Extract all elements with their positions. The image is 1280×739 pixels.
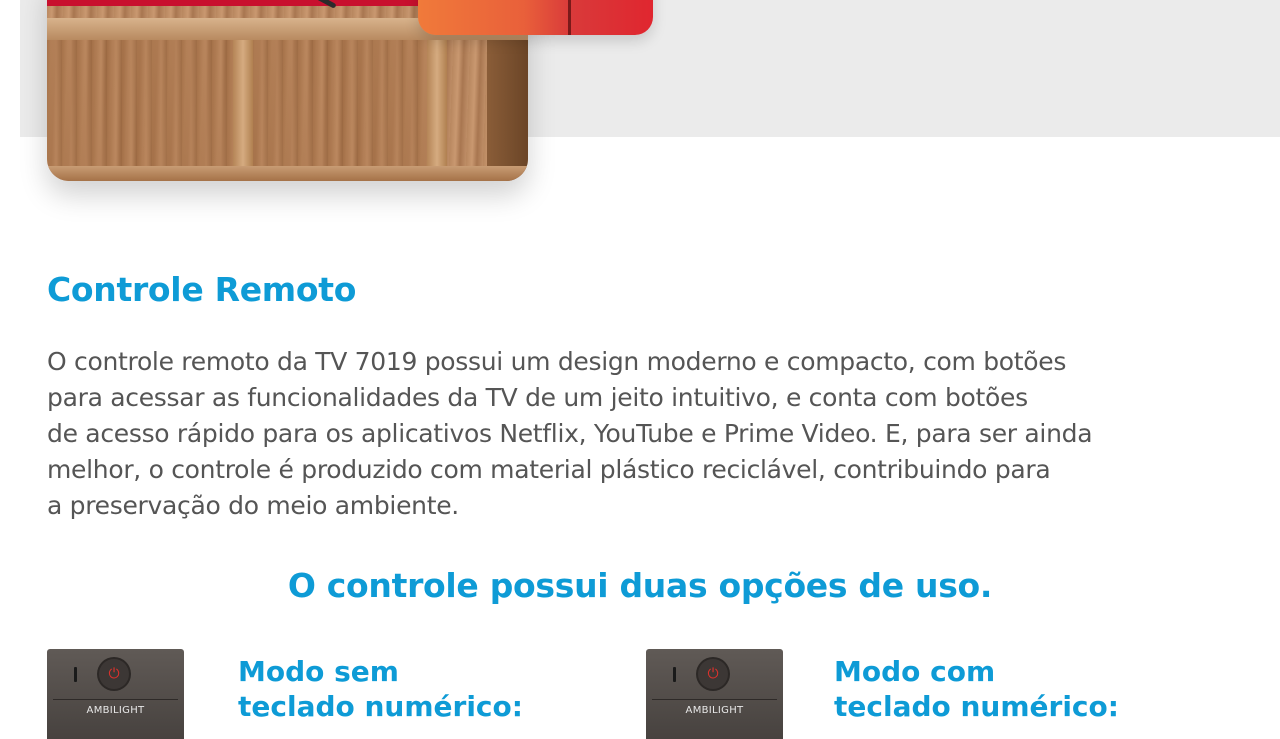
remote-brand-label: AMBILIGHT xyxy=(86,705,145,716)
description-line: de acesso rápido para os aplicativos Net… xyxy=(47,419,1093,448)
usage-heading: O controle possui duas opções de uso. xyxy=(287,566,993,605)
power-icon: ⏻ xyxy=(99,659,129,689)
description-line: a preservação do meio ambiente. xyxy=(47,491,459,520)
remote-indicator xyxy=(74,667,77,682)
remote-divider xyxy=(53,699,178,700)
remote-divider xyxy=(652,699,777,700)
tv-screen-edge xyxy=(47,0,427,6)
shelf-bottom xyxy=(47,166,528,181)
remote-brand-label: AMBILIGHT xyxy=(685,705,744,716)
secondary-product-image xyxy=(418,0,653,35)
shelf-divider xyxy=(233,40,253,181)
description-line: para acessar as funcionalidades da TV de… xyxy=(47,383,1028,412)
section-title: Controle Remoto xyxy=(47,270,357,309)
left-margin xyxy=(0,0,20,720)
remote-thumbnail-with-keypad: ⏻ AMBILIGHT xyxy=(646,649,783,739)
shelf-divider xyxy=(427,40,447,181)
mode-title-line: Modo com xyxy=(834,655,996,688)
mode-without-keypad-title: Modo sem teclado numérico: xyxy=(238,654,558,724)
shelf-compartment xyxy=(253,40,427,166)
shelf-compartment xyxy=(47,40,233,166)
mode-title-line: teclado numérico: xyxy=(834,690,1119,723)
mode-title-line: Modo sem xyxy=(238,655,399,688)
image-divider xyxy=(568,0,571,35)
remote-indicator xyxy=(673,667,676,682)
remote-thumbnail-without-keypad: ⏻ AMBILIGHT xyxy=(47,649,184,739)
section-description: O controle remoto da TV 7019 possui um d… xyxy=(47,344,1227,524)
shelf-side-panel xyxy=(487,40,528,181)
description-line: melhor, o controle é produzido com mater… xyxy=(47,455,1051,484)
mode-title-line: teclado numérico: xyxy=(238,690,523,723)
mode-with-keypad-title: Modo com teclado numérico: xyxy=(834,654,1154,724)
power-icon: ⏻ xyxy=(698,659,728,689)
description-line: O controle remoto da TV 7019 possui um d… xyxy=(47,347,1067,376)
